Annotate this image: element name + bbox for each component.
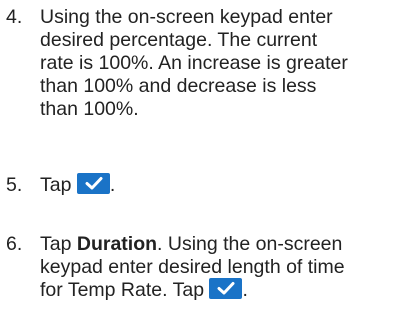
text-fragment: Tap bbox=[40, 233, 77, 255]
step-text: Tap Duration. Using the on-screen keypad… bbox=[40, 233, 410, 302]
step-number: 5. bbox=[6, 174, 23, 196]
checkmark-icon bbox=[217, 282, 235, 295]
step-number: 6. bbox=[6, 233, 23, 255]
text-line: than 100% and decrease is less bbox=[40, 75, 317, 97]
text-line: rate is 100%. An increase is greater bbox=[40, 52, 348, 74]
text-line: for Temp Rate. Tap . bbox=[40, 278, 410, 302]
text-fragment: Tap bbox=[40, 174, 72, 196]
checkmark-icon bbox=[85, 177, 103, 190]
text-line: than 100%. bbox=[40, 98, 139, 120]
text-line: Using the on-screen keypad enter bbox=[40, 6, 333, 28]
text-fragment: for Temp Rate. Tap bbox=[40, 279, 205, 301]
checkmark-button-icon bbox=[209, 278, 243, 300]
step-number: 4. bbox=[6, 6, 23, 28]
text-fragment: . bbox=[109, 174, 116, 196]
text-fragment: . Using the on-screen bbox=[157, 233, 343, 255]
text-fragment: . bbox=[242, 279, 248, 301]
duration-term: Duration bbox=[76, 233, 158, 255]
text-line: Tap Duration. Using the on-screen bbox=[40, 233, 410, 256]
step-text: Using the on-screen keypad enter desired… bbox=[40, 6, 410, 121]
checkmark-button-icon bbox=[76, 173, 110, 195]
step-text: Tap . bbox=[40, 173, 410, 197]
text-line: keypad enter desired length of time bbox=[40, 256, 345, 278]
text-line: desired percentage. The current bbox=[40, 29, 318, 51]
